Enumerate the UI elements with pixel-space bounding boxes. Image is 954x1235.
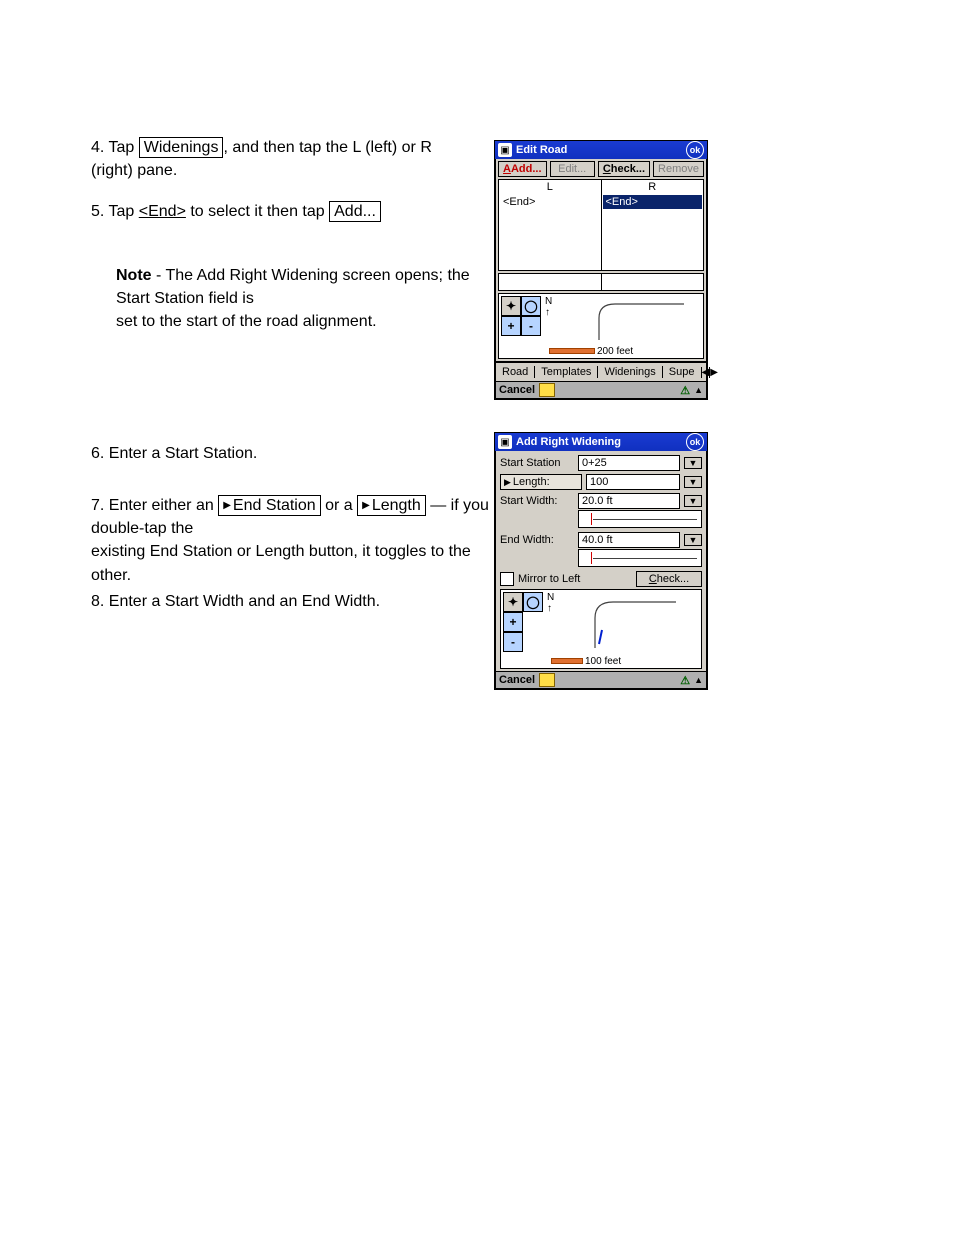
warning-icon[interactable]: ⚠	[680, 674, 690, 687]
start-station-label: Start Station	[500, 457, 574, 469]
length-button-ref: ▶Length	[357, 495, 426, 516]
ok-button[interactable]: ok	[686, 141, 704, 159]
edit-button[interactable]: Edit...	[550, 161, 595, 177]
note-intro: Note	[116, 267, 152, 284]
edit-road-titlebar: ▣ Edit Road ok	[495, 141, 707, 159]
start-width-dropdown-icon[interactable]: ▼	[684, 495, 702, 507]
add-button[interactable]: AAdd...Add...	[498, 161, 547, 177]
tabs-scroll-left-icon[interactable]: ◀	[701, 367, 710, 378]
zoom-extents-icon[interactable]: ✦	[501, 296, 521, 316]
edit-road-window: ▣ Edit Road ok AAdd...Add... Edit... Che…	[494, 140, 708, 400]
end-width-dropdown-icon[interactable]: ▼	[684, 534, 702, 546]
step5-p3: to select it then tap	[190, 203, 324, 220]
sip-up-icon[interactable]: ▲	[694, 675, 703, 685]
left-status	[498, 273, 601, 291]
scale-bar	[549, 348, 595, 354]
app-icon: ▣	[498, 435, 512, 449]
mirror-checkbox[interactable]	[500, 572, 514, 586]
tab-road[interactable]: Road	[496, 366, 535, 378]
remove-button[interactable]: Remove	[653, 161, 704, 177]
edit-road-title: Edit Road	[516, 144, 686, 156]
step7b: or a	[321, 497, 357, 514]
note-body: - The Add Right Widening screen opens; t…	[116, 267, 470, 307]
zoom-in-icon[interactable]: +	[503, 612, 523, 632]
right-pane-header[interactable]: R	[602, 180, 704, 194]
play-icon: ▶	[223, 500, 231, 512]
sip-up-icon[interactable]: ▲	[694, 385, 703, 395]
zoom-out-icon[interactable]: -	[503, 632, 523, 652]
play-icon: ▶	[362, 500, 370, 512]
road-curve	[589, 300, 689, 344]
scale-bar	[551, 658, 583, 664]
add-widening-titlebar: ▣ Add Right Widening ok	[495, 433, 707, 451]
tab-row: Road Templates Widenings Supe ◀ ▶	[495, 362, 707, 382]
right-status	[601, 273, 705, 291]
length-dropdown-icon[interactable]: ▼	[684, 476, 702, 488]
left-pane-end-item[interactable]: <End>	[500, 195, 600, 209]
tab-supe[interactable]: Supe	[663, 366, 701, 378]
end-station-button-ref: ▶End Station	[218, 495, 320, 516]
step8: 8. Enter a Start Width and an End Width.	[91, 593, 380, 610]
length-field[interactable]: 100	[586, 474, 680, 490]
zoom-in-icon[interactable]: +	[501, 316, 521, 336]
warning-icon[interactable]: ⚠	[680, 384, 690, 397]
step5-p1: 5. Tap	[91, 203, 134, 220]
start-width-field[interactable]: 20.0 ft	[578, 493, 680, 509]
step4-line: 4. Tap Widenings, and then tap the L (le…	[91, 136, 471, 182]
end-width-plot	[578, 549, 702, 567]
step5-end: <End>	[139, 203, 186, 220]
step7-line: 7. Enter either an ▶End Station or a ▶Le…	[91, 494, 491, 587]
right-pane-end-item[interactable]: <End>	[603, 195, 703, 209]
zoom-world-icon[interactable]: ◯	[523, 592, 543, 612]
mirror-label: Mirror to Left	[518, 573, 580, 585]
step6-line: 6. Enter a Start Station.	[91, 442, 471, 465]
step6: 6. Enter a Start Station.	[91, 445, 257, 462]
tabs-scroll-right-icon[interactable]: ▶	[709, 367, 718, 378]
step5-line: 5. Tap <End> to select it then tap Add..…	[91, 200, 481, 223]
road-curve	[581, 596, 681, 652]
widenings-tab-ref: Widenings	[139, 137, 224, 158]
note-line2: set to the start of the road alignment.	[116, 313, 377, 330]
app-icon: ▣	[498, 143, 512, 157]
check-button[interactable]: Check...	[636, 571, 702, 587]
check-button[interactable]: Check...	[598, 161, 650, 177]
add-widening-window: ▣ Add Right Widening ok Start Station 0+…	[494, 432, 708, 690]
zoom-out-icon[interactable]: -	[521, 316, 541, 336]
length-toggle-button[interactable]: ▶Length:	[500, 474, 582, 490]
start-station-field[interactable]: 0+25	[578, 455, 680, 471]
add-widening-title: Add Right Widening	[516, 436, 686, 448]
end-width-label: End Width:	[500, 534, 574, 546]
end-width-field[interactable]: 40.0 ft	[578, 532, 680, 548]
left-pane-header[interactable]: L	[499, 180, 601, 194]
note-block: Note - The Add Right Widening screen ope…	[116, 264, 476, 334]
start-width-label: Start Width:	[500, 495, 574, 507]
tab-widenings[interactable]: Widenings	[598, 366, 662, 378]
start-station-dropdown-icon[interactable]: ▼	[684, 457, 702, 469]
zoom-extents-icon[interactable]: ✦	[503, 592, 523, 612]
step8-line: 8. Enter a Start Width and an End Width.	[91, 590, 471, 613]
add-button-ref: Add...	[329, 201, 381, 222]
ok-button[interactable]: ok	[686, 433, 704, 451]
play-icon: ▶	[504, 477, 511, 488]
keyboard-icon[interactable]	[539, 383, 555, 397]
step4-prefix: 4. Tap	[91, 139, 134, 156]
cancel-button[interactable]: Cancel	[499, 384, 535, 396]
scale-label: 100 feet	[585, 656, 621, 667]
zoom-world-icon[interactable]: ◯	[521, 296, 541, 316]
north-indicator: N↑	[547, 592, 554, 614]
cancel-button[interactable]: Cancel	[499, 674, 535, 686]
tab-templates[interactable]: Templates	[535, 366, 598, 378]
scale-label: 200 feet	[597, 346, 633, 357]
end-station-label: End Station	[233, 497, 316, 514]
length-toggle-label: Length:	[513, 476, 550, 488]
start-width-plot	[578, 510, 702, 528]
north-indicator: N↑	[545, 296, 552, 318]
step7a: 7. Enter either an	[91, 497, 214, 514]
step7d: existing End Station or Length button, i…	[91, 543, 471, 583]
keyboard-icon[interactable]	[539, 673, 555, 687]
length-label: Length	[372, 497, 421, 514]
